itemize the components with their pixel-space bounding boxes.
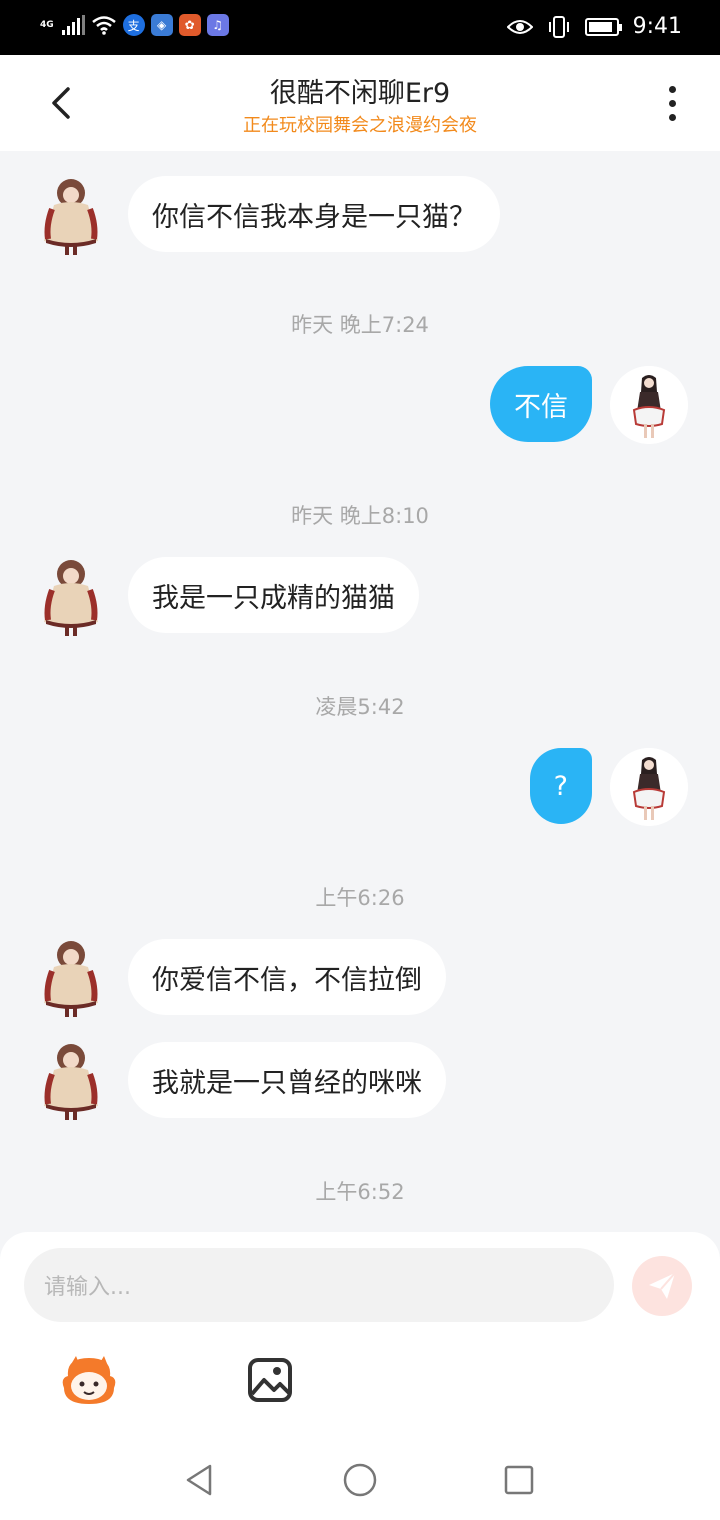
nav-back-button[interactable] [182, 1462, 218, 1498]
contact-avatar[interactable] [36, 937, 106, 1019]
message-bubble[interactable]: 不信 [490, 366, 592, 442]
alipay-notification-icon: 支 [122, 14, 145, 36]
nav-home-button[interactable] [342, 1462, 378, 1498]
image-icon[interactable] [246, 1356, 294, 1404]
eye-icon [506, 19, 533, 34]
message-bubble[interactable]: 你信不信我本身是一只猫？ [128, 176, 500, 252]
vibrate-icon [548, 15, 569, 38]
status-right: 9:41 [506, 14, 682, 39]
message-timestamp: 上午6:26 [315, 886, 405, 910]
more-button[interactable] [652, 83, 692, 123]
battery-level [588, 21, 612, 32]
system-nav-bar [0, 1440, 720, 1520]
sticker-face-icon[interactable] [60, 1354, 118, 1408]
app2-notification-icon: ✿ [178, 14, 201, 36]
network-type: 4G [40, 19, 54, 30]
message-bubble[interactable]: 你爱信不信，不信拉倒 [128, 939, 446, 1015]
wifi-icon [91, 16, 116, 35]
battery-icon [584, 17, 622, 36]
nav-recents-button[interactable] [503, 1464, 535, 1496]
composer: 请输入... [0, 1232, 720, 1440]
message-timestamp: 凌晨5:42 [315, 695, 405, 719]
contact-avatar[interactable] [36, 175, 106, 257]
message-bubble[interactable]: 我是一只成精的猫猫 [128, 557, 419, 633]
status-bar: 4G 支 ◈ ✿ ♫ 9:41 [0, 0, 720, 55]
message-timestamp: 昨天 晚上8:10 [291, 504, 429, 528]
music-notification-icon: ♫ [206, 14, 229, 36]
message-bubble[interactable]: ? [529, 748, 592, 824]
chat-subtitle[interactable]: 正在玩校园舞会之浪漫约会夜 [0, 111, 720, 137]
user-avatar[interactable] [610, 748, 688, 826]
message-bubble[interactable]: 我就是一只曾经的咪咪 [128, 1042, 446, 1118]
message-input[interactable]: 请输入... [24, 1248, 614, 1322]
contact-avatar[interactable] [36, 556, 106, 638]
more-vertical-icon [668, 85, 676, 93]
send-button[interactable] [632, 1256, 692, 1316]
status-time: 9:41 [632, 14, 682, 39]
chat-title: 很酷不闲聊Er9 [269, 78, 451, 109]
user-avatar[interactable] [610, 366, 688, 444]
paper-plane-icon [649, 1272, 676, 1299]
signal-icon [61, 15, 85, 35]
chat-header: 很酷不闲聊Er9 正在玩校园舞会之浪漫约会夜 [0, 55, 720, 151]
app-notification-icon: ◈ [150, 14, 173, 36]
chat-message-list[interactable]: 你信不信我本身是一只猫？ 昨天 晚上7:24 不信 昨天 晚上8:10 我是一只… [0, 151, 720, 1231]
message-timestamp: 昨天 晚上7:24 [291, 313, 429, 337]
network-indicator: 4G [40, 19, 54, 30]
message-timestamp: 上午6:52 [315, 1180, 405, 1204]
input-placeholder: 请输入... [44, 1275, 131, 1300]
status-left: 4G 支 ◈ ✿ ♫ [40, 14, 229, 36]
contact-avatar[interactable] [36, 1040, 106, 1122]
